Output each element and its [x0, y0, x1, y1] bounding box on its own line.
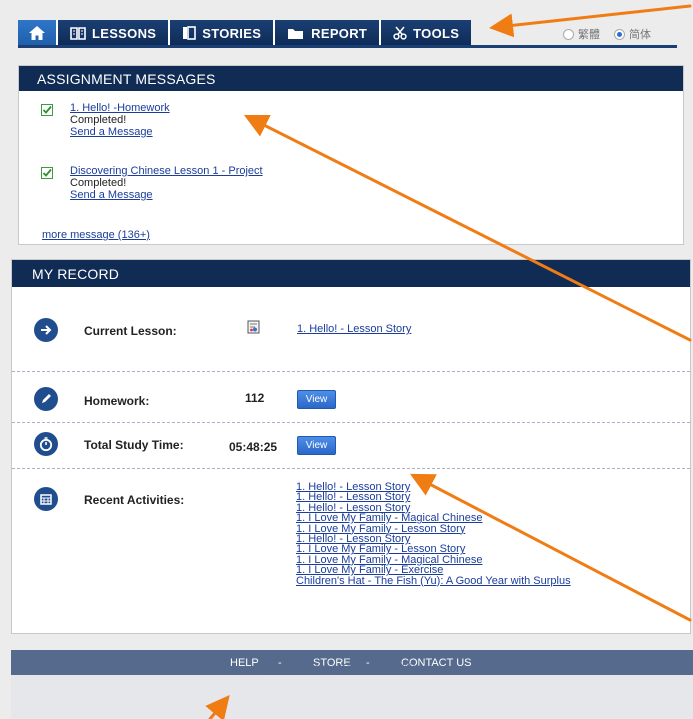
stopwatch-icon [34, 432, 58, 456]
recent-activities-label: Recent Activities: [84, 493, 185, 507]
lang-simplified[interactable]: 简体 [614, 26, 651, 42]
privacy-policy-link[interactable]: Privacy Policy [262, 663, 324, 674]
help-link[interactable]: HELP [230, 657, 259, 669]
recent-activities-list: 1. Hello! - Lesson Story 1. Hello! - Les… [296, 481, 571, 586]
assignment-link[interactable]: Discovering Chinese Lesson 1 - Project [70, 165, 263, 177]
row-divider [12, 422, 690, 423]
send-message-link[interactable]: Send a Message [70, 189, 153, 201]
assignment-messages-title: ASSIGNMENT MESSAGES [19, 66, 683, 91]
row-divider [12, 371, 690, 372]
tab-home[interactable] [18, 20, 58, 46]
tab-lessons[interactable]: LESSONS [58, 20, 171, 46]
lesson-file-icon [247, 320, 260, 339]
top-nav: LESSONS STORIES REPORT TOOLS 繁體 简体 [0, 0, 693, 52]
footer-legal-separator: - [331, 663, 335, 674]
tab-tools[interactable]: TOOLS [381, 20, 472, 46]
send-message-link[interactable]: Send a Message [70, 126, 153, 138]
homework-view-button[interactable]: View [297, 390, 336, 409]
nav-underline [18, 45, 677, 48]
my-record-title: MY RECORD [12, 260, 690, 287]
tab-tools-label: TOOLS [413, 25, 460, 41]
tab-report[interactable]: REPORT [275, 20, 382, 46]
current-lesson-link[interactable]: 1. Hello! - Lesson Story [297, 323, 411, 335]
checkmark-icon [41, 167, 53, 182]
radio-traditional[interactable] [563, 28, 574, 40]
assignment-status: Completed! [70, 114, 127, 126]
book-icon [70, 26, 86, 40]
homework-label: Homework: [84, 394, 150, 408]
tab-stories[interactable]: STORIES [170, 20, 276, 46]
calendar-icon [34, 487, 58, 511]
current-lesson-label: Current Lesson: [84, 324, 177, 338]
folder-icon [287, 27, 305, 40]
study-time-label: Total Study Time: [84, 438, 184, 452]
radio-simplified[interactable] [614, 28, 625, 40]
footer-legal-links: Privacy Policy - Terms & Conditions [262, 663, 428, 674]
activity-link[interactable]: Children's Hat - The Fish (Yu): A Good Y… [296, 575, 571, 586]
tab-stories-label: STORIES [202, 25, 262, 41]
study-time-value: 05:48:25 [229, 440, 278, 454]
assignment-status: Completed! [70, 177, 127, 189]
homework-count: 112 [245, 391, 265, 405]
assignment-messages-panel: ASSIGNMENT MESSAGES 1. Hello! -Homework … [18, 65, 684, 245]
arrow-right-icon [34, 318, 58, 342]
footer-legal-area [11, 675, 693, 719]
my-record-panel: MY RECORD Current Lesson: 1. Hello! - Le… [11, 259, 691, 634]
study-time-view-button[interactable]: View [297, 436, 336, 455]
checkmark-icon [41, 104, 53, 119]
row-divider [12, 468, 690, 469]
terms-conditions-link[interactable]: Terms & Conditions [341, 663, 428, 674]
tab-report-label: REPORT [311, 25, 368, 41]
lang-simplified-label: 简体 [629, 29, 651, 41]
home-icon [28, 25, 46, 41]
scissors-icon [393, 26, 407, 40]
lang-traditional-label: 繁體 [578, 29, 600, 41]
more-messages-link[interactable]: more message (136+) [42, 229, 150, 241]
language-switcher: 繁體 简体 [563, 26, 665, 42]
tab-lessons-label: LESSONS [92, 25, 157, 41]
nav-tabs: LESSONS STORIES REPORT TOOLS [18, 20, 472, 46]
assignment-link[interactable]: 1. Hello! -Homework [70, 102, 170, 114]
lang-traditional[interactable]: 繁體 [563, 26, 600, 42]
story-book-icon [182, 26, 197, 40]
pencil-icon [34, 387, 58, 411]
